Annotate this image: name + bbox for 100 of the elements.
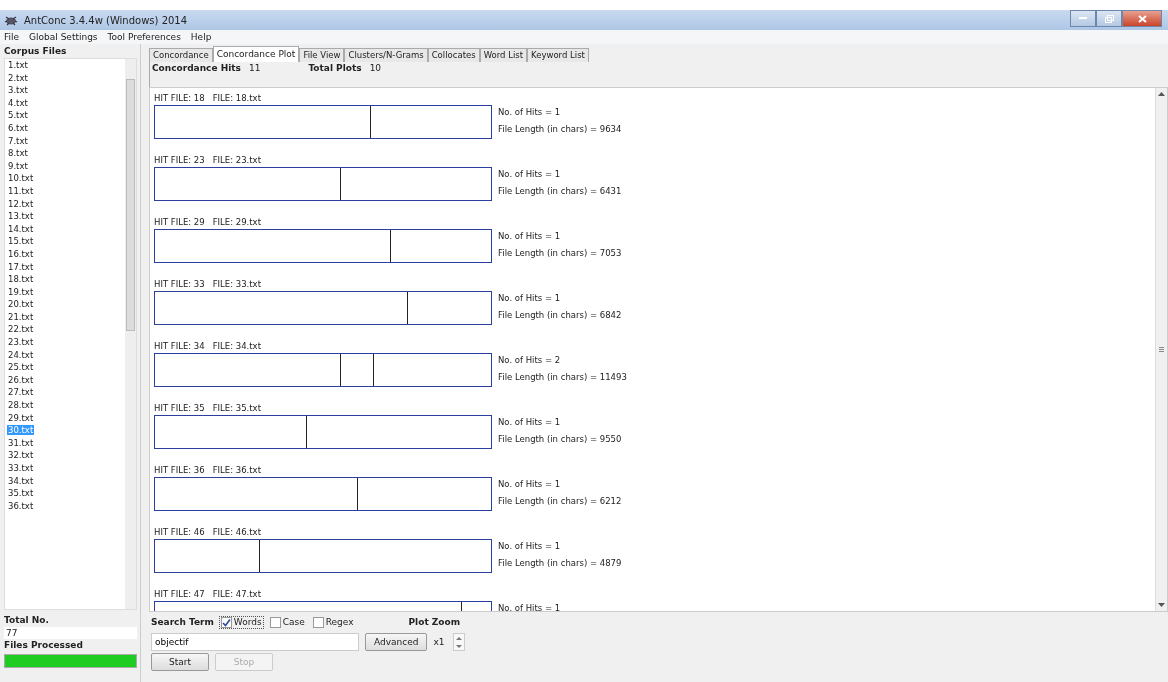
menu-item[interactable]: Global Settings: [29, 32, 98, 42]
hit-file-label: HIT FILE: 23: [154, 154, 205, 167]
checkbox[interactable]: Regex: [311, 616, 355, 628]
start-button[interactable]: Start: [151, 653, 209, 671]
file-length-text: File Length (in chars) = 9634: [498, 124, 622, 134]
file-list-item[interactable]: 17.txt: [5, 260, 125, 274]
plots-count: 10: [369, 62, 382, 75]
scrollbar[interactable]: [125, 59, 136, 609]
search-term-label: Search Term: [151, 617, 214, 627]
file-label: FILE: 46.txt: [212, 526, 261, 539]
file-list-item[interactable]: 31.txt: [5, 436, 125, 450]
file-length-text: File Length (in chars) = 6212: [498, 496, 622, 506]
hits-text: No. of Hits = 1: [498, 293, 562, 303]
file-list-item[interactable]: 34.txt: [5, 474, 125, 488]
search-field[interactable]: objectif: [151, 633, 359, 651]
file-list-item[interactable]: 4.txt: [5, 96, 125, 110]
file-list-item[interactable]: 20.txt: [5, 298, 125, 311]
file-length-text: File Length (in chars) = 11493: [498, 372, 627, 382]
file-list-item[interactable]: 21.txt: [5, 310, 125, 324]
advanced-button[interactable]: Advanced: [365, 633, 428, 651]
file-length-text: File Length (in chars) = 6842: [498, 310, 622, 320]
file-list-item[interactable]: 18.txt: [5, 273, 125, 286]
minimize-button[interactable]: [1070, 10, 1096, 27]
hits-text: No. of Hits = 1: [498, 603, 561, 611]
file-list-item[interactable]: 5.txt: [5, 109, 125, 122]
file-list-item[interactable]: 6.txt: [5, 121, 125, 135]
checkbox[interactable]: Words: [219, 616, 263, 628]
file-list-item[interactable]: 3.txt: [5, 84, 125, 97]
hit-file-label: HIT FILE: 36: [154, 464, 205, 477]
file-list-item[interactable]: 28.txt: [5, 399, 125, 412]
file-list-item[interactable]: 10.txt: [5, 172, 125, 185]
tab[interactable]: Clusters/N-Grams: [344, 48, 428, 62]
close-button[interactable]: [1122, 10, 1162, 27]
file-length-text: File Length (in chars) = 6431: [498, 186, 622, 196]
file-label: FILE: 47.txt: [212, 588, 261, 601]
scroll-down-icon: [1158, 603, 1165, 607]
file-label: FILE: 36.txt: [212, 464, 261, 477]
hits-text: No. of Hits = 1: [498, 417, 562, 427]
file-list-item[interactable]: 16.txt: [5, 247, 125, 261]
file-list-item[interactable]: 24.txt: [5, 348, 125, 362]
file-list-item[interactable]: 15.txt: [5, 235, 125, 248]
maximize-button[interactable]: [1096, 10, 1122, 27]
hit-file-label: HIT FILE: 18: [154, 92, 205, 105]
file-list-item[interactable]: 27.txt: [5, 386, 125, 400]
scroll-up-icon: [1158, 92, 1165, 96]
menu-item[interactable]: Help: [190, 32, 212, 42]
file-label: FILE: 34.txt: [212, 340, 261, 353]
file-list-item[interactable]: 36.txt: [5, 499, 125, 513]
tab[interactable]: Concordance: [149, 48, 213, 62]
file-list-item[interactable]: 26.txt: [5, 373, 125, 387]
file-list-item[interactable]: 2.txt: [5, 71, 125, 85]
hit-file-label: HIT FILE: 47: [154, 588, 205, 601]
file-list-item[interactable]: 29.txt: [5, 411, 125, 425]
file-list-item[interactable]: 22.txt: [5, 323, 125, 337]
file-label: FILE: 18.txt: [212, 92, 261, 105]
window-title: AntConc 3.4.4w (Windows) 2014: [24, 14, 188, 26]
file-list-item[interactable]: 23.txt: [5, 336, 125, 349]
file-list-item[interactable]: 1.txt: [5, 59, 125, 72]
file-length-text: File Length (in chars) = 4879: [498, 558, 622, 568]
tab[interactable]: File View: [299, 48, 345, 62]
file-list-item[interactable]: 35.txt: [5, 487, 125, 500]
file-length-text: File Length (in chars) = 7053: [498, 248, 622, 258]
hits-text: No. of Hits = 1: [498, 169, 562, 179]
hits-text: No. of Hits = 2: [498, 355, 562, 365]
tab[interactable]: Word List: [479, 48, 528, 62]
hits-text: No. of Hits = 1: [498, 231, 562, 241]
total-field: 77: [4, 627, 137, 639]
hits-text: No. of Hits = 1: [498, 107, 562, 117]
tab[interactable]: Keyword List: [527, 48, 589, 62]
file-label: FILE: 33.txt: [212, 278, 261, 291]
hit-file-label: HIT FILE: 29: [154, 216, 205, 229]
file-list-item[interactable]: 14.txt: [5, 222, 125, 236]
panel-heading: Corpus Files: [4, 45, 68, 58]
hits-count: 11: [248, 62, 261, 75]
plots-label: Total Plots: [308, 62, 362, 75]
hit-file-label: HIT FILE: 34: [154, 340, 205, 353]
file-list-item[interactable]: 13.txt: [5, 210, 125, 223]
tab[interactable]: Concordance Plot: [212, 46, 300, 62]
file-list-item[interactable]: 9.txt: [5, 159, 125, 173]
file-list-item[interactable]: 11.txt: [5, 184, 125, 198]
file-list-item[interactable]: 32.txt: [5, 449, 125, 462]
file-list-item[interactable]: 12.txt: [5, 197, 125, 211]
file-list-item[interactable]: 19.txt: [5, 285, 125, 299]
menu-item[interactable]: File: [4, 32, 20, 42]
zoom-spinner[interactable]: [453, 633, 466, 651]
file-label: FILE: 29.txt: [212, 216, 261, 229]
file-length-text: File Length (in chars) = 9550: [498, 434, 622, 444]
hits-text: No. of Hits = 1: [498, 479, 562, 489]
menu-item[interactable]: Tool Preferences: [107, 32, 181, 42]
restore-icon: [1104, 14, 1114, 23]
file-list-item[interactable]: 25.txt: [5, 361, 125, 374]
hit-file-label: HIT FILE: 33: [154, 278, 205, 291]
file-list-item[interactable]: 7.txt: [5, 134, 125, 148]
close-icon: [1137, 14, 1147, 23]
total-label: Total No.: [4, 614, 50, 627]
file-list-item[interactable]: 33.txt: [5, 462, 125, 475]
file-list-item[interactable]: 8.txt: [5, 147, 125, 160]
tab[interactable]: Collocates: [427, 48, 480, 62]
scrollbar[interactable]: [1155, 88, 1167, 611]
checkbox[interactable]: Case: [268, 616, 306, 628]
